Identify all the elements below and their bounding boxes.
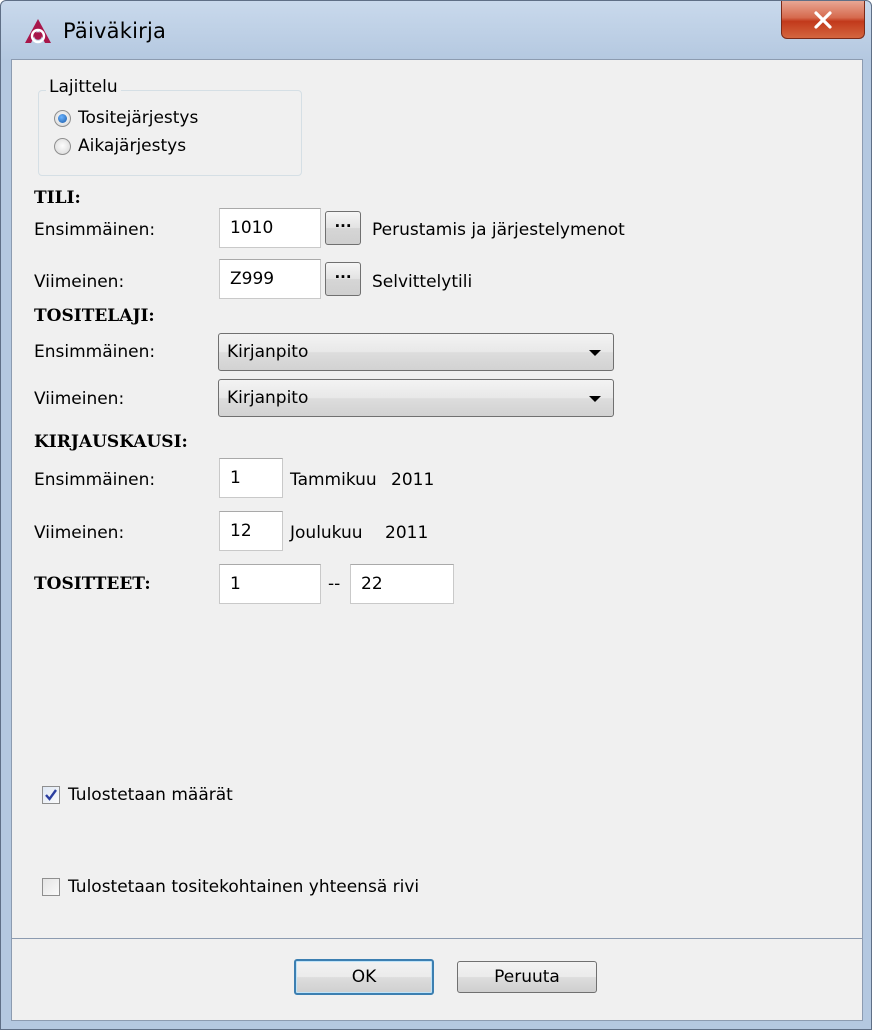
account-last-browse-button[interactable]: ··· xyxy=(325,262,361,296)
radio-time-order-button[interactable] xyxy=(54,137,71,155)
print-amounts-label[interactable]: Tulostetaan määrät xyxy=(68,785,233,805)
voucher-type-first-value: Kirjanpito xyxy=(227,342,309,362)
print-voucher-totals-label[interactable]: Tulostetaan tositekohtainen yhteensä riv… xyxy=(68,877,419,897)
period-heading: KIRJAUSKAUSI: xyxy=(34,432,188,452)
radio-voucher-order-button[interactable] xyxy=(54,109,71,127)
button-bar: OK Peruuta xyxy=(11,939,863,1021)
radio-voucher-order[interactable]: Tositejärjestys xyxy=(54,108,198,128)
close-icon xyxy=(814,10,832,29)
print-voucher-totals-checkbox[interactable] xyxy=(42,878,60,896)
account-last-name: Selvittelytili xyxy=(372,272,473,292)
period-first-label: Ensimmäinen: xyxy=(34,470,156,490)
account-last-label: Viimeinen: xyxy=(34,272,125,292)
voucher-type-last-select[interactable]: Kirjanpito xyxy=(218,379,614,417)
radio-voucher-order-label: Tositejärjestys xyxy=(78,108,199,128)
sorting-group-label: Lajittelu xyxy=(46,77,121,97)
chevron-down-icon xyxy=(589,396,601,402)
account-first-browse-button[interactable]: ··· xyxy=(325,211,361,245)
period-first-month: Tammikuu xyxy=(290,470,377,490)
period-first-year: 2011 xyxy=(391,470,435,490)
dialog-window: Päiväkirja Lajittelu Tositejärjestys Aik… xyxy=(0,0,872,1030)
window-title: Päiväkirja xyxy=(63,19,167,43)
account-last-input[interactable]: Z999 xyxy=(219,259,321,299)
ok-button[interactable]: OK xyxy=(294,959,434,995)
checkmark-icon xyxy=(45,789,57,801)
title-bar[interactable]: Päiväkirja xyxy=(1,1,871,59)
period-last-month: Joulukuu xyxy=(290,523,363,543)
voucher-type-heading: TOSITELAJI: xyxy=(34,306,155,326)
vouchers-to-input[interactable]: 22 xyxy=(350,564,454,604)
account-first-label: Ensimmäinen: xyxy=(34,220,156,240)
chevron-down-icon xyxy=(589,350,601,356)
print-amounts-checkbox[interactable] xyxy=(42,786,60,804)
close-button[interactable] xyxy=(781,1,865,39)
voucher-type-first-label: Ensimmäinen: xyxy=(34,342,156,362)
dialog-content: Lajittelu Tositejärjestys Aikajärjestys … xyxy=(11,59,863,939)
voucher-type-last-label: Viimeinen: xyxy=(34,389,125,409)
cancel-button[interactable]: Peruuta xyxy=(457,961,597,993)
radio-time-order[interactable]: Aikajärjestys xyxy=(54,136,186,156)
voucher-type-last-value: Kirjanpito xyxy=(227,388,309,408)
app-logo-icon xyxy=(25,19,51,44)
account-first-name: Perustamis ja järjestelymenot xyxy=(372,220,625,240)
vouchers-separator: -- xyxy=(328,574,341,594)
period-first-input[interactable]: 1 xyxy=(219,458,283,498)
account-first-input[interactable]: 1010 xyxy=(219,208,321,248)
period-last-input[interactable]: 12 xyxy=(219,511,283,551)
vouchers-heading: TOSITTEET: xyxy=(34,574,151,594)
period-last-label: Viimeinen: xyxy=(34,523,125,543)
vouchers-from-input[interactable]: 1 xyxy=(219,564,321,604)
period-last-year: 2011 xyxy=(385,523,429,543)
voucher-type-first-select[interactable]: Kirjanpito xyxy=(218,333,614,371)
sorting-group xyxy=(38,90,302,176)
radio-time-order-label: Aikajärjestys xyxy=(78,136,187,156)
account-heading: TILI: xyxy=(34,188,81,208)
